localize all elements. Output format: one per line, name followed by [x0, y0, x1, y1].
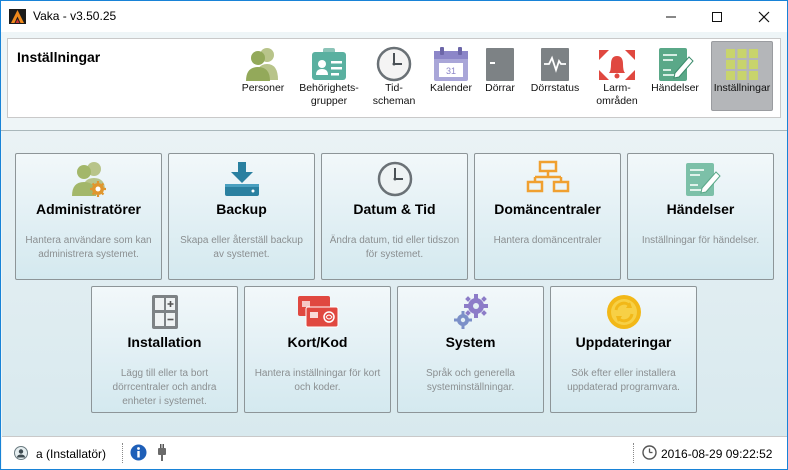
installation-panel-icon: [92, 293, 237, 331]
card-uppdateringar[interactable]: Uppdateringar Sök efter eller installera…: [550, 286, 697, 413]
badge-icon: [307, 46, 351, 82]
app-window: Vaka - v3.50.25 Inställningar Personer B…: [0, 0, 788, 470]
card-handelser[interactable]: Händelser Inställningar för händelser.: [627, 153, 774, 280]
admin-users-icon: [16, 160, 161, 198]
card-title: Domäncentraler: [494, 201, 601, 217]
backup-download-icon: [169, 160, 314, 198]
card-description: Skapa eller återställ backup av systemet…: [180, 235, 303, 260]
toolbar-item-label: Kalender: [429, 82, 473, 94]
card-description: Sök efter eller installera uppdaterad pr…: [567, 368, 680, 393]
toolbar-item-label: Larm- områden: [596, 82, 638, 107]
card-description: Hantera användare som kan administrera s…: [25, 235, 152, 260]
gears-icon: [398, 293, 543, 331]
close-button[interactable]: [741, 1, 787, 32]
card-title: Datum & Tid: [353, 201, 436, 217]
minimize-button[interactable]: [648, 1, 694, 32]
card-description: Hantera domäncentraler: [493, 235, 602, 246]
toolbar-item-handelser[interactable]: Händelser: [647, 46, 703, 112]
current-user: a (Installatör): [36, 447, 107, 461]
people-icon: [241, 46, 285, 82]
clock-icon: [322, 160, 467, 198]
app-logo-icon: [9, 9, 26, 24]
card-system[interactable]: System Språk och generella systeminställ…: [397, 286, 544, 413]
card-kort-kod[interactable]: Kort/Kod Hantera inställningar för kort …: [244, 286, 391, 413]
card-title: Händelser: [666, 201, 735, 217]
toolbar-title: Inställningar: [17, 49, 101, 65]
card-description: Inställningar för händelser.: [641, 235, 760, 246]
toolbar-item-installningar[interactable]: Inställningar: [711, 41, 773, 111]
alarm-area-icon: [595, 46, 639, 82]
clock-icon: [372, 46, 416, 82]
toolbar-item-larmomraden[interactable]: Larm- områden: [592, 46, 642, 112]
card-description: Lägg till eller ta bort dörrcentraler oc…: [112, 368, 217, 407]
window-title: Vaka - v3.50.25: [33, 9, 117, 23]
card-title: Backup: [216, 201, 267, 217]
status-divider: [122, 443, 123, 463]
toolbar-item-label: Personer: [241, 82, 285, 94]
card-icon: [245, 293, 390, 331]
navigation-toolbar: Inställningar Personer Behörighets- grup…: [7, 38, 781, 118]
card-administratorer[interactable]: Administratörer Hantera användare som ka…: [15, 153, 162, 280]
maximize-icon: [712, 11, 722, 22]
card-title: System: [445, 334, 496, 350]
toolbar-item-label: Dörrar: [485, 82, 515, 94]
update-icon: [551, 293, 696, 331]
status-datetime: 2016-08-29 09:22:52: [661, 447, 773, 461]
door-status-icon: [533, 46, 577, 82]
card-title: Uppdateringar: [575, 334, 672, 350]
status-bar: a (Installatör) 2016-08-29 09:22:52: [2, 436, 787, 469]
card-title: Administratörer: [35, 201, 142, 217]
card-description: Hantera inställningar för kort och koder…: [254, 368, 381, 393]
toolbar-item-label: Inställningar: [713, 82, 771, 94]
minimize-icon: [666, 16, 676, 17]
card-title: Installation: [127, 334, 202, 350]
card-description: Språk och generella systeminställningar.: [426, 368, 515, 393]
maximize-button[interactable]: [694, 1, 740, 32]
close-icon: [758, 11, 770, 22]
toolbar-item-tidscheman[interactable]: Tid- scheman: [370, 46, 418, 112]
calendar-icon: 31: [429, 46, 473, 82]
toolbar-item-dorrar[interactable]: Dörrar: [480, 46, 520, 112]
card-title: Kort/Kod: [287, 334, 348, 350]
card-installation[interactable]: Installation Lägg till eller ta bort dör…: [91, 286, 238, 413]
settings-grid-icon: [720, 46, 764, 82]
toolbar-item-label: Behörighets- grupper: [299, 82, 359, 107]
title-bar: Vaka - v3.50.25: [1, 1, 787, 32]
toolbar-item-behorighetsgrupper[interactable]: Behörighets- grupper: [295, 46, 363, 112]
card-domancentraler[interactable]: Domäncentraler Hantera domäncentraler: [474, 153, 621, 280]
toolbar-item-personer[interactable]: Personer: [238, 46, 288, 112]
toolbar-item-kalender[interactable]: 31 Kalender: [426, 46, 476, 112]
door-icon: [478, 46, 522, 82]
card-description: Ändra datum, tid eller tidszon för syste…: [329, 235, 460, 260]
svg-text:31: 31: [446, 66, 456, 76]
user-icon: [14, 446, 28, 463]
settings-content: Administratörer Hantera användare som ka…: [2, 131, 787, 436]
toolbar-item-label: Tid- scheman: [372, 82, 416, 107]
events-icon: [653, 46, 697, 82]
toolbar-item-label: Händelser: [651, 82, 699, 94]
status-divider: [633, 443, 634, 463]
card-datum-tid[interactable]: Datum & Tid Ändra datum, tid eller tidsz…: [321, 153, 468, 280]
toolbar-item-dorrstatus[interactable]: Dörrstatus: [527, 46, 583, 112]
clock-icon: [642, 445, 657, 463]
events-icon: [628, 160, 773, 198]
connection-plug-icon: [157, 444, 167, 464]
toolbar-item-label: Dörrstatus: [530, 82, 580, 94]
info-icon[interactable]: [130, 444, 147, 464]
hierarchy-icon: [475, 160, 620, 198]
card-backup[interactable]: Backup Skapa eller återställ backup av s…: [168, 153, 315, 280]
